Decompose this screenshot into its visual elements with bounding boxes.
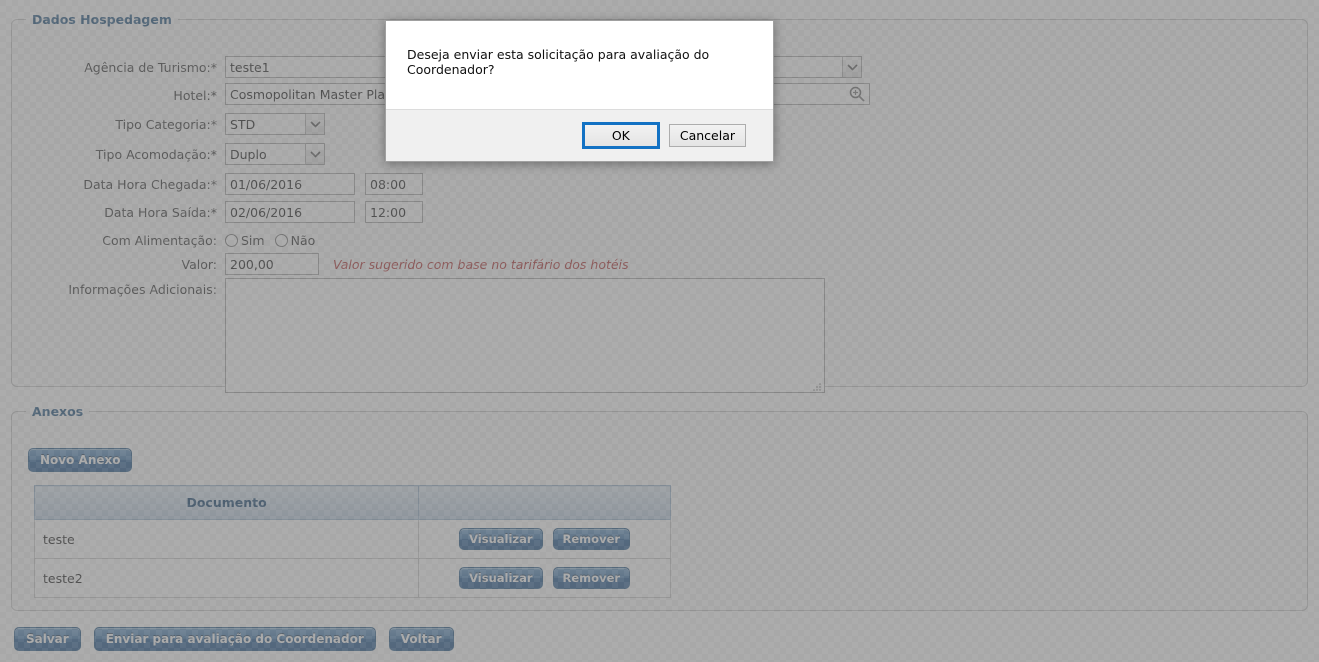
dialog-ok-button[interactable]: OK (581, 122, 660, 149)
confirm-dialog: Deseja enviar esta solicitação para aval… (385, 20, 774, 162)
dialog-cancel-button[interactable]: Cancelar (668, 124, 746, 147)
confirm-dialog-message: Deseja enviar esta solicitação para aval… (407, 47, 710, 77)
confirm-dialog-footer: OK Cancelar (386, 109, 773, 161)
